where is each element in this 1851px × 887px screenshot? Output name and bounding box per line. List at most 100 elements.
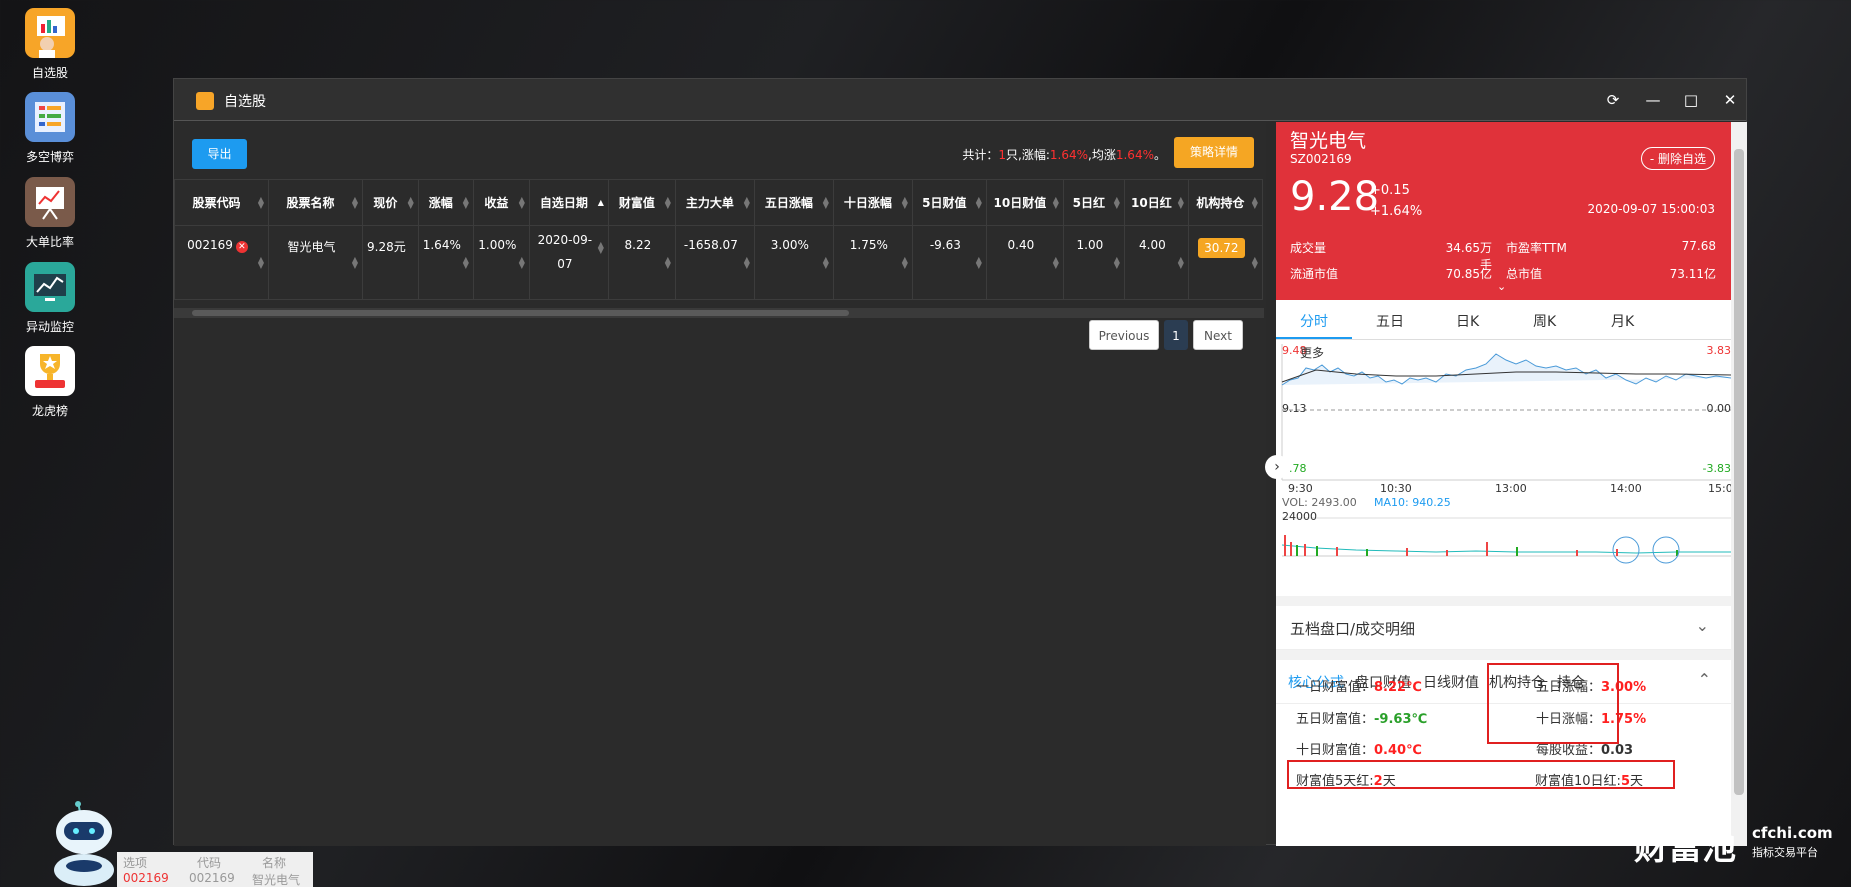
- col-header[interactable]: 涨幅 ▲ ▼: [417, 179, 474, 226]
- sort-icon: ▲ ▼: [462, 194, 469, 210]
- vol-max-label: 24000: [1282, 510, 1317, 523]
- desktop-icon-label: 自选股: [31, 66, 68, 80]
- brand-tagline: 指标交易平台: [1752, 846, 1818, 859]
- remove-watchlist-button[interactable]: - 删除自选: [1640, 147, 1715, 170]
- y-right-top: 3.83: [1706, 344, 1732, 357]
- sort-icon: ▲ ▼: [1052, 194, 1059, 210]
- summary-count: 1: [998, 148, 1007, 162]
- cell-profit: 1.00% ▲ ▼: [472, 225, 530, 300]
- one-day-wealth: 一日财富值：8.22℃: [1296, 680, 1422, 695]
- cell-five-day-red: 1.00 ▲ ▼: [1062, 225, 1125, 300]
- robot-assistant-icon[interactable]: [44, 800, 130, 887]
- tab-weekly-k[interactable]: 周K: [1533, 311, 1556, 331]
- sort-icon: ▲ ▼: [1052, 254, 1059, 270]
- desktop-icon-monitor[interactable]: 异动监控: [20, 262, 80, 335]
- next-button[interactable]: Next: [1193, 320, 1243, 350]
- minimize-button[interactable]: —: [1642, 89, 1664, 111]
- title-bar: 自选股 ⟳ — □ ✕: [174, 79, 1746, 121]
- y-right-mid: 0.00: [1706, 402, 1732, 415]
- col-header[interactable]: 十日涨幅 ▲ ▼: [832, 179, 913, 226]
- sort-icon: ▲ ▼: [597, 240, 604, 255]
- col-header[interactable]: 五日涨幅 ▲ ▼: [753, 179, 834, 226]
- scrollbar-thumb[interactable]: [1734, 149, 1744, 795]
- app-icon: [196, 92, 214, 110]
- y-left-mid: 9.13: [1282, 402, 1307, 415]
- col-header[interactable]: 自选日期 ▲: [528, 179, 609, 226]
- maximize-button[interactable]: □: [1680, 89, 1702, 111]
- cell-ten-day-red: 4.00 ▲ ▼: [1123, 225, 1189, 300]
- desktop-icon-big-order[interactable]: 大单比率: [20, 177, 80, 250]
- watchlist-table: 股票代码 ▲ ▼ 股票名称 ▲ ▼ 现价 ▲ ▼ 涨幅 ▲ ▼ 收益 ▲ ▼ 自选日期 ▲ 财富值 ▲ ▼…: [174, 179, 1263, 300]
- sort-icon: ▲ ▼: [407, 194, 414, 210]
- monitor-icon: [25, 262, 75, 312]
- col-header[interactable]: 收益 ▲ ▼: [472, 179, 530, 226]
- big-order-icon: [25, 177, 75, 227]
- stock-code: SZ002169: [1290, 152, 1352, 166]
- table-header-row: 股票代码 ▲ ▼ 股票名称 ▲ ▼ 现价 ▲ ▼ 涨幅 ▲ ▼ 收益 ▲ ▼ 自选日期 ▲ 财富值 ▲ ▼…: [174, 179, 1263, 226]
- cell-five-day-rise: 3.00% ▲ ▼: [753, 225, 834, 300]
- x-tick: 15:0: [1708, 482, 1731, 495]
- vol-label: VOL: 2493.00: [1282, 496, 1357, 509]
- export-button[interactable]: 导出: [192, 139, 247, 169]
- order-book-accordion[interactable]: 五档盘口/成交明细 ⌄: [1276, 606, 1731, 650]
- tab-five-day[interactable]: 五日: [1376, 311, 1404, 331]
- col-header[interactable]: 5日财值 ▲ ▼: [911, 179, 987, 226]
- active-tab-underline: [1276, 337, 1352, 339]
- ten-day-wealth: 十日财富值：0.40℃: [1296, 743, 1422, 758]
- stat-label: 成交量: [1290, 241, 1327, 255]
- desktop-icon-label: 龙虎榜: [31, 404, 68, 418]
- col-header[interactable]: 股票代码 ▲ ▼: [174, 179, 269, 226]
- col-header[interactable]: 现价 ▲ ▼: [362, 179, 419, 226]
- col-header[interactable]: 财富值 ▲ ▼: [607, 179, 676, 226]
- desktop-icon-long-short[interactable]: 多空博弈: [20, 92, 80, 165]
- desktop-icon-watchlist[interactable]: 自选股: [20, 8, 80, 81]
- sort-icon: ▲ ▼: [743, 254, 750, 270]
- expand-chevron-icon[interactable]: ⌄: [1497, 280, 1506, 293]
- sort-icon: ▲ ▼: [975, 194, 982, 210]
- refresh-icon[interactable]: ⟳: [1602, 89, 1624, 111]
- sort-icon: ▲ ▼: [518, 254, 525, 270]
- cell-change: 1.64% ▲ ▼: [417, 225, 474, 300]
- page-1-button[interactable]: 1: [1164, 320, 1188, 350]
- stat-label: 市盈率TTM: [1506, 241, 1567, 255]
- chevron-up-icon[interactable]: ⌃: [1698, 670, 1711, 689]
- table-row[interactable]: 002169 ✕ ▲ ▼ 智光电气 ▲ ▼ 9.28元 1.64% ▲ ▼ 1.00% ▲ ▼ 2…: [174, 225, 1263, 300]
- scrollbar-thumb[interactable]: [192, 310, 849, 316]
- remove-icon[interactable]: ✕: [235, 241, 248, 253]
- close-button[interactable]: ✕: [1719, 89, 1741, 111]
- horizontal-scrollbar[interactable]: [174, 308, 1264, 318]
- stat-value: 70.85亿: [1445, 267, 1492, 281]
- sort-icon: ▲ ▼: [462, 254, 469, 270]
- col-header[interactable]: 10日财值 ▲ ▼: [985, 179, 1064, 226]
- tab-intraday[interactable]: 分时: [1300, 311, 1328, 331]
- ma10-line: [1281, 544, 1731, 554]
- highlight-box-red-days: [1287, 760, 1675, 789]
- col-header[interactable]: 机构持仓 ▲ ▼: [1187, 179, 1263, 226]
- summary-mid1: 只,涨幅:: [1006, 148, 1050, 162]
- brand-name: 财富池: [1634, 828, 1736, 868]
- col-header[interactable]: 5日红 ▲ ▼: [1062, 179, 1125, 226]
- price-line: [1281, 353, 1731, 386]
- intraday-chart[interactable]: 9.48 更多 9.13 8.78 3.83 0.00 -3.83 9:30 1…: [1276, 340, 1731, 596]
- change-percent: +1.64%: [1370, 204, 1423, 219]
- mini-header: 代码: [197, 856, 222, 870]
- col-header[interactable]: 股票名称 ▲ ▼: [268, 179, 363, 226]
- cell-wealth: 8.22 ▲ ▼: [607, 225, 676, 300]
- tab-daily-wealth[interactable]: 日线财值: [1423, 672, 1479, 692]
- collapse-panel-icon[interactable]: ›: [1265, 455, 1289, 479]
- sort-icon: ▲ ▼: [1251, 254, 1258, 270]
- vertical-scrollbar[interactable]: [1731, 122, 1747, 846]
- col-header[interactable]: 10日红 ▲ ▼: [1123, 179, 1189, 226]
- stat-label: 总市值: [1506, 267, 1543, 281]
- stock-price: 9.28: [1290, 174, 1380, 220]
- stock-detail-pane: 智光电气 SZ002169 - 删除自选 9.28 +0.15 +1.64% 2…: [1276, 122, 1731, 846]
- more-button[interactable]: 更多: [1300, 344, 1324, 361]
- tab-monthly-k[interactable]: 月K: [1611, 311, 1634, 331]
- previous-button[interactable]: Previous: [1089, 320, 1159, 350]
- desktop-icon-dragon-tiger[interactable]: 龙虎榜: [20, 346, 80, 419]
- strategy-details-button[interactable]: 策略详情: [1174, 137, 1254, 168]
- trophy-icon: [25, 346, 75, 396]
- col-header[interactable]: 主力大单 ▲ ▼: [674, 179, 755, 226]
- tab-daily-k[interactable]: 日K: [1456, 311, 1479, 331]
- five-day-wealth: 五日财富值：-9.63℃: [1296, 712, 1428, 727]
